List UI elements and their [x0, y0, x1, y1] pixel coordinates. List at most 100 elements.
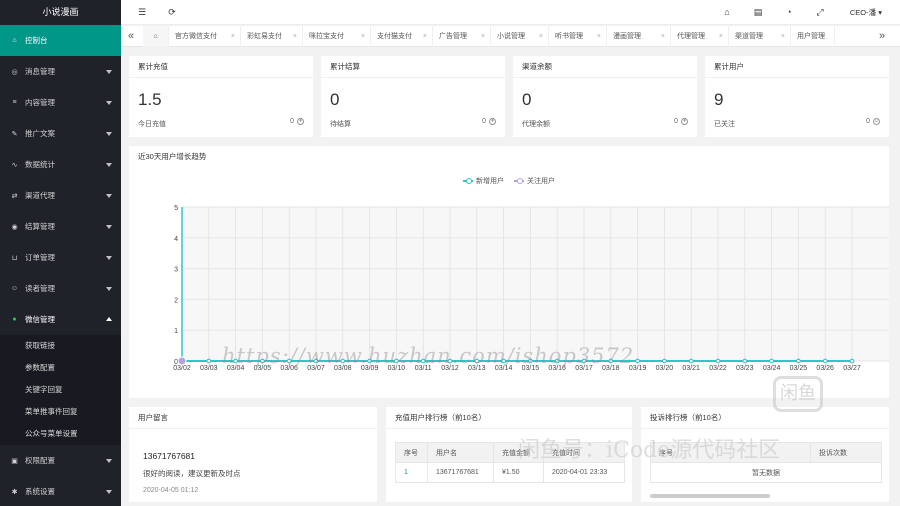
tab-label: 代理管理 — [677, 33, 705, 40]
data-point[interactable] — [313, 358, 319, 364]
wechat-icon: ● — [12, 316, 17, 323]
data-point[interactable] — [554, 358, 560, 364]
tab-item[interactable]: 咪拉宝支付 × — [303, 26, 371, 47]
sidebar-subitem[interactable]: 参数配置 — [0, 357, 121, 379]
data-point[interactable] — [688, 358, 694, 364]
tab-item[interactable]: 代理管理 × — [671, 26, 729, 47]
data-point[interactable] — [528, 358, 533, 364]
fullscreen-icon[interactable]: ⤢ — [814, 6, 826, 18]
sidebar-submenu: 获取链接 参数配置 关键字回复 菜单推事件回复 公众号菜单设置 — [0, 335, 121, 445]
tab-item[interactable]: 听书管理 × — [549, 26, 607, 47]
data-point[interactable] — [420, 358, 426, 364]
tab-item[interactable]: 广告管理 × — [433, 26, 491, 47]
data-point[interactable] — [206, 358, 212, 364]
refresh-icon[interactable]: ⟳ — [166, 6, 178, 18]
user-icon: ☺ — [873, 118, 880, 125]
home-icon[interactable]: ⌂ — [721, 6, 733, 18]
sidebar-item[interactable]: ⇄ 渠道代理 — [0, 180, 121, 211]
palette-icon[interactable]: ◔ — [783, 6, 795, 18]
sidebar-item[interactable]: ◎ 消息管理 — [0, 56, 121, 87]
close-icon[interactable]: × — [661, 26, 665, 47]
x-tick-label: 03/06 — [280, 365, 298, 372]
column-header — [730, 442, 811, 463]
sidebar-item[interactable]: ⌂ 控制台 — [0, 25, 121, 56]
gear-icon: ✱ — [11, 488, 18, 496]
data-point[interactable] — [742, 358, 748, 364]
top-header: ☰ ⟳ ⌂ ▤ ◔ ⤢ CEO-潘 ▾ — [121, 0, 900, 25]
tab-item[interactable]: 渠道管理 × — [729, 26, 791, 47]
tab-label: 广告管理 — [439, 33, 467, 40]
highlight-point[interactable] — [177, 356, 187, 366]
close-icon[interactable]: × — [719, 26, 723, 47]
stat-value: 9 — [714, 90, 724, 109]
menu-toggle-icon[interactable]: ☰ — [136, 6, 148, 18]
data-point[interactable] — [474, 358, 480, 364]
data-point[interactable] — [849, 358, 855, 364]
sidebar-item[interactable]: ▣ 权限配置 — [0, 445, 121, 476]
data-point[interactable] — [447, 358, 453, 364]
data-point[interactable] — [715, 358, 721, 364]
x-tick-label: 03/20 — [656, 365, 674, 372]
close-icon[interactable]: × — [361, 26, 365, 47]
yen-icon: ¥ — [681, 118, 688, 125]
tab-prev-icon[interactable]: « — [121, 26, 141, 47]
data-point[interactable] — [394, 358, 399, 364]
sidebar-item[interactable]: ✎ 推广文案 — [0, 118, 121, 149]
growth-chart-card: 近30天用户增长趋势 新增用户 关注用户 0 1 2 3 4 5 03/02 03/03 03/… — [129, 146, 889, 398]
tab-item[interactable]: 用户管理 — [791, 26, 835, 47]
data-point[interactable] — [635, 358, 640, 364]
home-icon: ⌂ — [12, 37, 17, 44]
data-point[interactable] — [796, 358, 801, 364]
data-point[interactable] — [501, 358, 506, 364]
stat-sub-label: 今日充值 — [138, 121, 166, 128]
sidebar-item[interactable]: ◉ 结算管理 — [0, 211, 121, 242]
data-point[interactable] — [286, 358, 292, 364]
data-point[interactable] — [822, 358, 828, 364]
close-icon[interactable]: × — [293, 26, 297, 47]
theme-icon[interactable]: ▤ — [752, 6, 764, 18]
tab-item[interactable]: 官方微信支付 × — [169, 26, 241, 47]
horizontal-scrollbar[interactable] — [650, 494, 770, 498]
sidebar-subitem[interactable]: 关键字回复 — [0, 379, 121, 401]
sidebar-item-label: 权限配置 — [25, 456, 55, 465]
close-icon[interactable]: × — [231, 26, 235, 47]
data-point[interactable] — [581, 358, 587, 364]
sidebar-item[interactable]: ∿ 数据统计 — [0, 149, 121, 180]
close-icon[interactable]: × — [539, 26, 543, 47]
chevron-up-icon — [106, 317, 112, 321]
tab-item[interactable]: 支付猫支付 × — [371, 26, 433, 47]
sidebar-subitem[interactable]: 菜单推事件回复 — [0, 401, 121, 423]
data-point[interactable] — [340, 358, 346, 364]
stat-value: 0 — [330, 90, 340, 109]
sidebar-item[interactable]: ⊔ 订单管理 — [0, 242, 121, 273]
sidebar-item-label: 推广文案 — [25, 129, 55, 138]
data-point[interactable] — [233, 358, 238, 364]
data-point[interactable] — [367, 358, 372, 364]
x-tick-label: 03/22 — [709, 365, 727, 372]
x-tick-label: 03/21 — [682, 365, 700, 372]
close-icon[interactable]: × — [423, 26, 427, 47]
tab-home[interactable]: ⌂ — [143, 26, 169, 47]
data-point[interactable] — [662, 358, 667, 364]
tab-item[interactable]: 小说管理 × — [491, 26, 549, 47]
stat-value: 1.5 — [138, 90, 162, 109]
data-point[interactable] — [608, 358, 614, 364]
user-menu[interactable]: CEO-潘 ▾ — [850, 7, 882, 18]
sidebar-item[interactable]: ☺ 读者管理 — [0, 273, 121, 304]
complaint-rank-table: 序号 投诉次数 暂无数据 — [650, 442, 882, 483]
tab-next-icon[interactable]: » — [872, 26, 892, 47]
sidebar-subitem[interactable]: 公众号菜单设置 — [0, 423, 121, 445]
data-point[interactable] — [260, 358, 265, 364]
tab-item[interactable]: 漫画管理 × — [607, 26, 671, 47]
sidebar-subitem[interactable]: 获取链接 — [0, 335, 121, 357]
sidebar-item[interactable]: ● 微信管理 — [0, 304, 121, 335]
sidebar-item[interactable]: ≡ 内容管理 — [0, 87, 121, 118]
close-icon[interactable]: × — [481, 26, 485, 47]
close-icon[interactable]: × — [597, 26, 601, 47]
close-icon[interactable]: × — [781, 26, 785, 47]
sidebar-item[interactable]: ✱ 系统设置 — [0, 476, 121, 506]
tab-item[interactable]: 彩虹易支付 × — [241, 26, 303, 47]
table-row: 1 13671767681 ¥1.50 2020-04-01 23:33 — [395, 462, 625, 483]
column-header: 投诉次数 — [810, 442, 882, 463]
data-point[interactable] — [769, 358, 774, 364]
